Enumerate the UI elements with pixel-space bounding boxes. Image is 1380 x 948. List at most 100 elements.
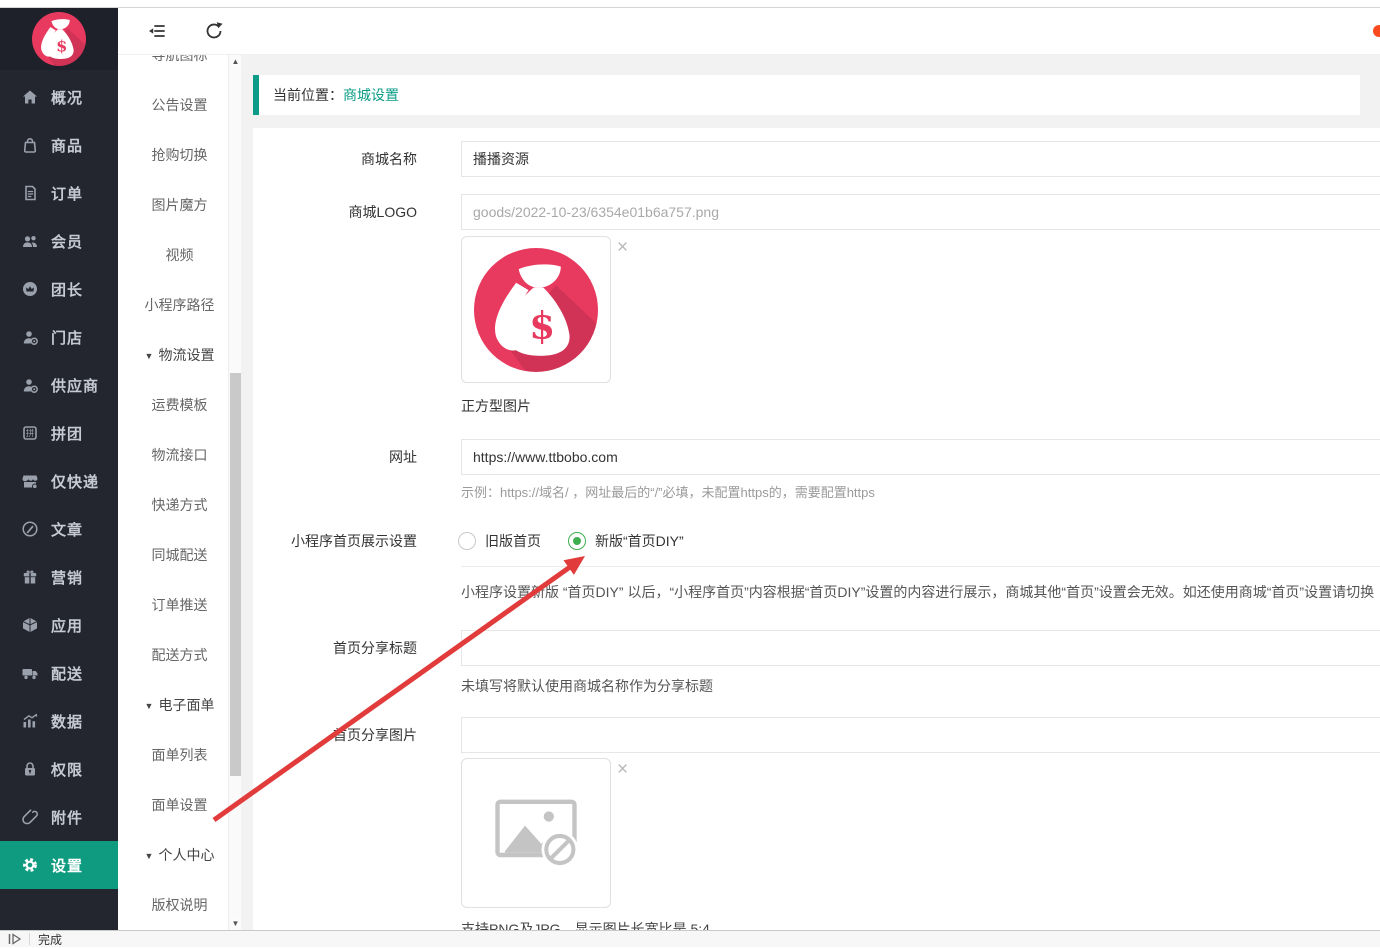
sidebar-item-permissions[interactable]: 权限 <box>0 745 118 793</box>
submenu-item-flashsale[interactable]: 抢购切换 <box>118 130 241 180</box>
breadcrumb-prefix: 当前位置： <box>273 87 343 103</box>
status-bar: 完成 <box>0 930 1380 947</box>
submenu-item-freight-template[interactable]: 运费模板 <box>118 380 241 430</box>
shop-logo-label: 商城LOGO <box>253 194 417 230</box>
radio-new-home-diy-label[interactable]: 新版“首页DIY” <box>595 531 684 551</box>
submenu-item-waybill-settings[interactable]: 面单设置 <box>118 780 241 830</box>
submenu-group-label: 物流设置 <box>158 347 214 363</box>
page-loaded-icon <box>8 933 22 945</box>
sidebar-item-marketing[interactable]: 营销 <box>0 553 118 601</box>
brand-logo[interactable]: $ <box>0 8 118 70</box>
svg-text:$: $ <box>529 303 555 347</box>
sidebar-nav: 概况 商品 订单 会员 团长 门店 供应商 拼 拼团 <box>0 73 118 889</box>
submenu-item-logistics-api[interactable]: 物流接口 <box>118 430 241 480</box>
sidebar-item-label: 设置 <box>51 855 83 876</box>
shop-name-label: 商城名称 <box>253 141 417 177</box>
scroll-up-icon[interactable]: ▲ <box>229 54 241 69</box>
share-image-input[interactable] <box>461 717 1380 753</box>
sidebar-item-groupbuy[interactable]: 拼 拼团 <box>0 409 118 457</box>
members-icon <box>21 232 39 250</box>
shop-logo-preview[interactable]: $ <box>461 236 611 383</box>
submenu-item-delivery-mode[interactable]: 配送方式 <box>118 630 241 680</box>
scroll-down-icon[interactable]: ▼ <box>229 916 241 931</box>
submenu-group-logistics[interactable]: ▼ 物流设置 <box>118 330 241 380</box>
share-title-input[interactable] <box>461 630 1380 666</box>
marketing-gift-icon <box>21 568 39 586</box>
svg-text:$: $ <box>56 36 67 55</box>
home-icon <box>21 88 39 106</box>
radio-old-home-label[interactable]: 旧版首页 <box>485 531 541 551</box>
refresh-icon[interactable] <box>203 20 225 42</box>
sidebar-item-members[interactable]: 会员 <box>0 217 118 265</box>
submenu-item-order-push[interactable]: 订单推送 <box>118 580 241 630</box>
toolbar <box>118 8 1380 55</box>
sidebar-item-leader[interactable]: 团长 <box>0 265 118 313</box>
home-display-note: 小程序设置新版 “首页DIY” 以后，“小程序首页”内容根据“首页DIY”设置的… <box>461 582 1380 602</box>
submenu-item-clipped[interactable]: 导航图标 <box>118 54 241 80</box>
sidebar-item-articles[interactable]: 文章 <box>0 505 118 553</box>
breadcrumb: 当前位置：商城设置 <box>253 75 1360 115</box>
express-icon <box>21 472 39 490</box>
notification-dot[interactable] <box>1373 25 1380 37</box>
sidebar-item-orders[interactable]: 订单 <box>0 169 118 217</box>
sidebar-item-data[interactable]: 数据 <box>0 697 118 745</box>
submenu-item-copyright[interactable]: 版权说明 <box>118 880 241 930</box>
sidebar-item-goods[interactable]: 商品 <box>0 121 118 169</box>
submenu-list: 导航图标 公告设置 抢购切换 图片魔方 视频 小程序路径 ▼物流设置 运费模板 … <box>118 54 241 930</box>
submenu-group-ewaybill[interactable]: ▼ 电子面单 <box>118 680 241 730</box>
radio-new-home-diy[interactable] <box>568 532 586 550</box>
sidebar-item-stores[interactable]: 门店 <box>0 313 118 361</box>
attachment-clip-icon <box>21 808 39 826</box>
radio-old-home[interactable] <box>458 532 476 550</box>
site-url-input[interactable] <box>461 439 1380 475</box>
money-bag-icon: $ <box>32 12 86 66</box>
sidebar-item-settings[interactable]: 设置 <box>0 841 118 889</box>
remove-share-image-icon[interactable]: × <box>617 760 628 779</box>
submenu-item-video[interactable]: 视频 <box>118 230 241 280</box>
submenu-item-waybill-list[interactable]: 面单列表 <box>118 730 241 780</box>
share-image-preview[interactable] <box>461 758 611 908</box>
sidebar-item-attachments[interactable]: 附件 <box>0 793 118 841</box>
sidebar-item-label: 供应商 <box>51 375 99 396</box>
submenu-item-mini-path[interactable]: 小程序路径 <box>118 280 241 330</box>
submenu-item-image-cube[interactable]: 图片魔方 <box>118 180 241 230</box>
shop-logo-input[interactable] <box>461 194 1380 230</box>
apps-cube-icon <box>21 616 39 634</box>
sidebar-item-label: 团长 <box>51 279 83 300</box>
breadcrumb-current-link[interactable]: 商城设置 <box>343 87 399 103</box>
sidebar-item-apps[interactable]: 应用 <box>0 601 118 649</box>
sidebar-item-delivery[interactable]: 配送 <box>0 649 118 697</box>
money-bag-icon: $ <box>474 248 598 372</box>
sidebar-item-overview[interactable]: 概况 <box>0 73 118 121</box>
window-top-strip <box>0 0 1380 8</box>
sidebar-item-express[interactable]: 仅快递 <box>0 457 118 505</box>
remove-logo-icon[interactable]: × <box>617 238 628 257</box>
sidebar-item-label: 仅快递 <box>51 471 99 492</box>
scrollbar-thumb[interactable] <box>230 373 241 776</box>
groupbuy-icon: 拼 <box>21 424 39 442</box>
sidebar-item-label: 权限 <box>51 759 83 780</box>
sidebar-item-label: 配送 <box>51 663 83 684</box>
article-icon <box>21 520 39 538</box>
submenu-group-personal[interactable]: ▼个人中心 <box>118 830 241 880</box>
logo-caption: 正方型图片 <box>461 396 531 416</box>
sidebar: $ 概况 商品 订单 会员 团长 门店 供应商 <box>0 8 118 931</box>
shop-name-input[interactable] <box>461 141 1380 177</box>
submenu-item-express-mode[interactable]: 快递方式 <box>118 480 241 530</box>
submenu-item-city-delivery[interactable]: 同城配送 <box>118 530 241 580</box>
submenu-scrollbar[interactable]: ▲ ▼ <box>228 54 241 931</box>
settings-submenu: 导航图标 公告设置 抢购切换 图片魔方 视频 小程序路径 ▼物流设置 运费模板 … <box>118 54 241 931</box>
submenu-item-notice[interactable]: 公告设置 <box>118 80 241 130</box>
sidebar-item-suppliers[interactable]: 供应商 <box>0 361 118 409</box>
supplier-icon <box>21 376 39 394</box>
caret-down-icon: ▼ <box>145 351 154 361</box>
submenu-group-label: 电子面单 <box>158 697 214 713</box>
site-url-help: 示例：https://域名/ ，网址最后的“/”必填，未配置https的，需要配… <box>461 483 1380 503</box>
caret-down-icon: ▼ <box>145 701 154 711</box>
store-icon <box>21 328 39 346</box>
home-display-label: 小程序首页展示设置 <box>253 523 417 559</box>
section-divider <box>461 566 1380 567</box>
status-separator <box>29 933 30 945</box>
menu-fold-icon[interactable] <box>146 20 168 42</box>
submenu-group-label: 个人中心 <box>158 847 214 863</box>
